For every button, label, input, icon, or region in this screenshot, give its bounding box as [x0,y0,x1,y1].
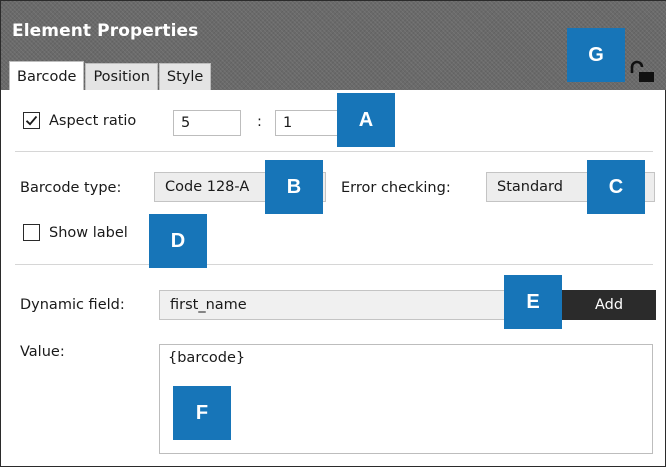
aspect-ratio-width-input[interactable]: 5 [173,110,241,136]
show-label-label: Show label [49,224,128,241]
show-label-checkbox[interactable] [23,224,40,241]
show-label-row: Show label [23,224,128,241]
tab-position[interactable]: Position [85,63,158,91]
value-label: Value: [20,344,65,360]
add-field-button[interactable]: Add [562,290,656,320]
callout-d: D [149,214,207,268]
tab-style[interactable]: Style [158,63,212,91]
aspect-ratio-label: Aspect ratio [49,112,137,129]
panel-title: Element Properties [12,21,199,41]
element-properties-window: Element Properties Barcode Position Styl… [0,0,666,467]
error-checking-label: Error checking: [341,180,451,196]
barcode-type-label: Barcode type: [20,180,122,196]
tab-barcode[interactable]: Barcode [9,61,85,91]
callout-e: E [504,275,562,329]
aspect-ratio-separator: : [257,114,262,130]
tab-bar: Barcode Position Style [9,61,212,91]
aspect-ratio-checkbox[interactable] [23,112,40,129]
divider [15,151,653,152]
unlocked-padlock-icon[interactable] [628,60,656,84]
aspect-ratio-row: Aspect ratio [23,112,136,129]
callout-g: G [567,28,625,82]
dynamic-field-label: Dynamic field: [20,297,125,313]
divider [15,264,653,265]
checkmark-icon [25,115,38,126]
callout-a: A [337,93,395,147]
callout-f: F [173,386,231,440]
value-textarea[interactable]: {barcode} [159,344,653,454]
callout-c: C [587,160,645,214]
callout-b: B [265,160,323,214]
